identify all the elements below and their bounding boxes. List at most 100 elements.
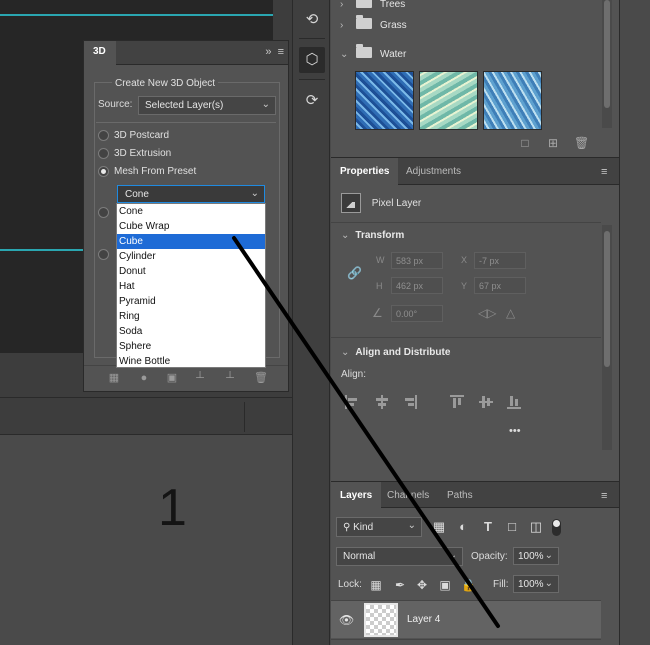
preset-option[interactable]: Sphere bbox=[117, 339, 265, 354]
preset-option[interactable]: Soda bbox=[117, 324, 265, 339]
lock-transparent-icon[interactable]: ▦ bbox=[369, 578, 383, 592]
tab-adjustments[interactable]: Adjustments bbox=[397, 158, 470, 185]
more-options-icon[interactable]: ••• bbox=[509, 425, 521, 437]
lock-position-icon[interactable]: ✥ bbox=[415, 578, 429, 592]
panel-menu-icon[interactable]: ≡ bbox=[601, 490, 611, 502]
align-middle-icon[interactable] bbox=[479, 395, 493, 409]
radio-hidden[interactable] bbox=[98, 249, 109, 260]
folder-icon bbox=[356, 15, 372, 29]
x-field[interactable]: -7 px bbox=[474, 252, 526, 269]
flip-vertical-icon[interactable]: △ bbox=[506, 306, 515, 320]
link-icon[interactable]: 🔗 bbox=[347, 266, 362, 280]
add-light-icon[interactable]: ┴ bbox=[224, 372, 236, 384]
layer-row[interactable] bbox=[331, 639, 601, 645]
scene-icon[interactable]: ▦ bbox=[108, 372, 120, 384]
panel-menu-icon[interactable]: » ≡ bbox=[265, 46, 284, 58]
image-filter-icon[interactable]: ▦ bbox=[431, 519, 447, 535]
tab-properties[interactable]: Properties bbox=[331, 158, 399, 185]
render-icon[interactable]: ▣ bbox=[166, 372, 178, 384]
add-icon[interactable]: ⊞ bbox=[546, 137, 560, 149]
tab-layers[interactable]: Layers bbox=[331, 482, 382, 509]
pattern-thumbnail[interactable] bbox=[355, 71, 414, 130]
transform-header[interactable]: ⌄ Transform bbox=[341, 230, 404, 241]
smart-object-filter-icon[interactable]: ◫ bbox=[528, 519, 544, 535]
flip-horizontal-icon[interactable]: ◁▷ bbox=[478, 306, 496, 320]
layer-type-label: Pixel Layer bbox=[371, 197, 422, 209]
new-group-icon[interactable]: □ bbox=[518, 137, 532, 149]
tab-3d[interactable]: 3D bbox=[84, 41, 116, 65]
radio-3d-extrusion[interactable] bbox=[98, 148, 109, 159]
opacity-field[interactable]: 100% ⌄ bbox=[513, 547, 559, 565]
history-icon[interactable]: ⟳ bbox=[299, 88, 325, 114]
preset-option[interactable]: Hat bbox=[117, 279, 265, 294]
divider bbox=[331, 337, 601, 338]
y-field[interactable]: 67 px bbox=[474, 277, 526, 294]
angle-field[interactable]: 0.00° bbox=[391, 305, 443, 322]
blend-mode-select[interactable]: Normal ⌄ bbox=[336, 547, 463, 566]
align-header[interactable]: ⌄ Align and Distribute bbox=[341, 347, 450, 358]
tab-channels[interactable]: Channels bbox=[378, 482, 438, 509]
fill-field[interactable]: 100% ⌄ bbox=[513, 575, 559, 593]
radio-mesh-from-preset[interactable] bbox=[98, 166, 109, 177]
source-select[interactable]: Selected Layer(s) ⌄ bbox=[138, 96, 276, 115]
layer-row[interactable]: 👁 Layer 4 bbox=[331, 600, 601, 638]
folder-label: Water bbox=[380, 49, 407, 60]
preset-option[interactable]: Cube Wrap bbox=[117, 219, 265, 234]
tab-paths[interactable]: Paths bbox=[438, 482, 482, 509]
history-states-icon[interactable]: ⟲ bbox=[299, 7, 325, 33]
filter-toggle[interactable] bbox=[552, 519, 561, 536]
height-field[interactable]: 462 px bbox=[391, 277, 443, 294]
preset-option[interactable]: Ring bbox=[117, 309, 265, 324]
3d-cube-icon[interactable]: ⬡ bbox=[299, 47, 325, 73]
layer-thumbnail[interactable] bbox=[364, 603, 398, 637]
pixel-layer-icon bbox=[341, 193, 361, 213]
folder-trees[interactable]: › Trees bbox=[340, 0, 405, 15]
radio-label: 3D Postcard bbox=[114, 130, 170, 141]
width-field[interactable]: 583 px bbox=[391, 252, 443, 269]
shape-filter-icon[interactable]: □ bbox=[504, 519, 520, 535]
filter-kind-select[interactable]: ⚲ Kind ⌄ bbox=[336, 517, 422, 537]
align-top-icon[interactable] bbox=[450, 395, 464, 409]
visibility-eye-icon[interactable]: 👁 bbox=[339, 613, 355, 627]
ground-icon[interactable]: ┴ bbox=[194, 372, 206, 384]
align-center-icon[interactable] bbox=[375, 395, 389, 409]
pattern-thumbnail[interactable] bbox=[483, 71, 542, 130]
light-bulb-icon[interactable]: ● bbox=[138, 372, 150, 384]
pattern-thumbnail[interactable] bbox=[419, 71, 478, 130]
chevron-down-icon: ⌄ bbox=[544, 578, 553, 589]
divider bbox=[96, 122, 276, 123]
folder-water[interactable]: ⌄ Water bbox=[340, 44, 407, 65]
panel-menu-icon[interactable]: ≡ bbox=[601, 166, 611, 178]
folder-grass[interactable]: › Grass bbox=[340, 15, 407, 36]
lock-image-icon[interactable]: ✒ bbox=[393, 578, 407, 592]
preset-option-highlighted[interactable]: Cube bbox=[117, 234, 265, 249]
chevron-down-icon: ⌄ bbox=[544, 550, 553, 561]
blend-mode-value: Normal bbox=[343, 551, 376, 562]
lock-artboard-icon[interactable]: ▣ bbox=[438, 578, 452, 592]
preset-select[interactable]: Cone ⌄ bbox=[117, 185, 265, 203]
type-filter-icon[interactable]: T bbox=[480, 519, 496, 535]
chevron-down-icon: ⌄ bbox=[250, 188, 259, 199]
align-left-icon[interactable] bbox=[345, 395, 359, 409]
preset-option[interactable]: Cone bbox=[117, 204, 265, 219]
scrollbar[interactable] bbox=[602, 0, 612, 128]
preset-option[interactable]: Wine Bottle bbox=[117, 354, 265, 369]
trash-icon[interactable]: 🗑 bbox=[574, 137, 589, 149]
annotation-number: 1 bbox=[158, 479, 187, 537]
trash-icon[interactable]: 🗑 bbox=[254, 372, 268, 384]
divider bbox=[331, 222, 601, 223]
align-right-icon[interactable] bbox=[403, 395, 417, 409]
radio-3d-postcard[interactable] bbox=[98, 130, 109, 141]
search-icon: ⚲ bbox=[343, 522, 351, 533]
scrollbar[interactable] bbox=[602, 225, 612, 450]
preset-option[interactable]: Donut bbox=[117, 264, 265, 279]
right-gutter bbox=[619, 0, 650, 645]
lock-all-icon[interactable]: 🔒 bbox=[461, 578, 476, 592]
radio-hidden[interactable] bbox=[98, 207, 109, 218]
preset-option[interactable]: Cylinder bbox=[117, 249, 265, 264]
align-bottom-icon[interactable] bbox=[507, 395, 521, 409]
lock-label: Lock: bbox=[338, 579, 362, 590]
adjustment-filter-icon[interactable]: ◐ bbox=[455, 519, 471, 535]
fill-label: Fill: bbox=[493, 579, 509, 590]
preset-option[interactable]: Pyramid bbox=[117, 294, 265, 309]
